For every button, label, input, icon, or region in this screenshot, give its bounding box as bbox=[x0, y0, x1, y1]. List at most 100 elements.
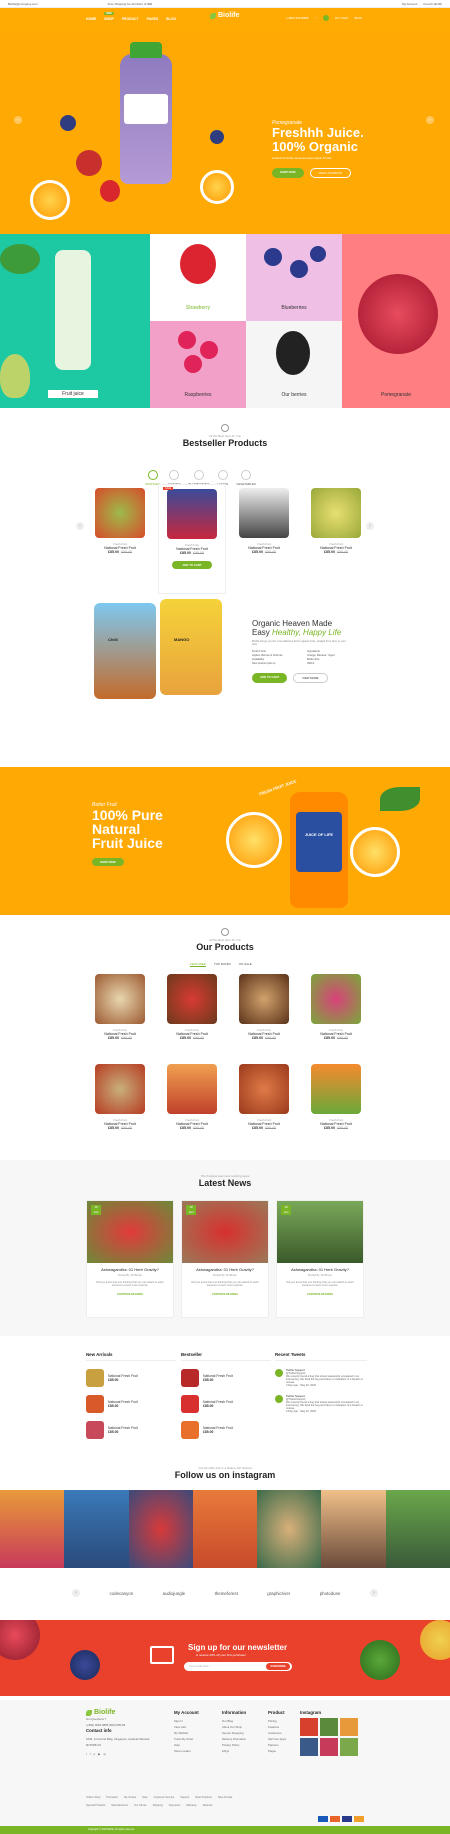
product-card[interactable]: Fresh Fruit National Fresh Fruit £85.00 £… bbox=[230, 488, 298, 554]
product-card[interactable]: Fresh Fruit National Fresh Fruit £85.00 £… bbox=[302, 488, 370, 554]
footer-link[interactable]: Special Products bbox=[86, 1804, 105, 1807]
footer-link[interactable]: Support bbox=[180, 1796, 189, 1799]
category-strawberry[interactable]: Strawberry bbox=[150, 234, 246, 321]
list-item[interactable]: National Fresh Fruit £85.00 bbox=[181, 1395, 271, 1413]
logo[interactable]: Biolife bbox=[210, 12, 239, 19]
category-raspberries[interactable]: Raspberries bbox=[150, 321, 246, 408]
footer-link[interactable]: FAQs bbox=[222, 1748, 246, 1754]
footer-link[interactable]: New Arrivals bbox=[218, 1796, 232, 1799]
tab-vegetables[interactable]: VEGETABLES bbox=[236, 470, 256, 486]
account-link[interactable]: My Account bbox=[402, 2, 418, 6]
list-item[interactable]: National Fresh Fruit £85.00 bbox=[86, 1421, 176, 1439]
category-pomegranate[interactable]: Pomegranate bbox=[342, 234, 450, 408]
list-item[interactable]: National Fresh Fruit £85.00 bbox=[86, 1395, 176, 1413]
view-lookbook-button[interactable]: VIEW LOOKBOOK bbox=[309, 168, 352, 178]
nav-pages[interactable]: PAGES bbox=[147, 17, 159, 21]
brand-logo[interactable]: codecanyon bbox=[109, 1591, 133, 1596]
brands-prev-arrow[interactable]: ‹ bbox=[72, 1589, 80, 1597]
footer-link[interactable]: Warranty bbox=[186, 1804, 196, 1807]
footer-link[interactable]: Manufacturers bbox=[111, 1804, 128, 1807]
read-more-link[interactable]: CONTINUE READING bbox=[182, 1293, 268, 1296]
instagram-photo[interactable] bbox=[257, 1490, 322, 1568]
instagram-thumb[interactable] bbox=[320, 1718, 338, 1736]
instagram-photo[interactable] bbox=[64, 1490, 129, 1568]
email-text[interactable]: Biolife@company.com bbox=[8, 2, 38, 6]
instagram-photo[interactable] bbox=[128, 1490, 193, 1568]
nav-shop[interactable]: SHOP NEW bbox=[104, 12, 114, 21]
subscribe-button[interactable]: SUBSCRIBE bbox=[266, 1663, 290, 1670]
shop-now-button[interactable]: SHOP NOW bbox=[92, 858, 124, 866]
pinterest-icon[interactable]: p bbox=[94, 1751, 96, 1757]
cart-label[interactable]: MY CART bbox=[335, 16, 348, 20]
news-card[interactable]: 19 Jan Ashwagandha: 01 Herb Gravity? Post… bbox=[86, 1200, 174, 1318]
add-to-cart-button[interactable]: ADD TO CART bbox=[252, 673, 288, 683]
list-item[interactable]: National Fresh Fruit £85.00 bbox=[181, 1369, 271, 1387]
footer-link[interactable]: Store Locator bbox=[174, 1748, 199, 1754]
instagram-thumb[interactable] bbox=[340, 1718, 358, 1736]
list-item[interactable]: National Fresh Fruit £85.00 bbox=[86, 1369, 176, 1387]
instagram-photo[interactable] bbox=[321, 1490, 386, 1568]
brands-next-arrow[interactable]: › bbox=[369, 1589, 378, 1597]
tab-featured[interactable]: FEATURED bbox=[190, 962, 206, 967]
footer-link[interactable]: Shipping bbox=[153, 1804, 163, 1807]
brand-logo[interactable]: themeforest bbox=[215, 1591, 238, 1596]
footer-link[interactable]: Most Populars bbox=[195, 1796, 212, 1799]
news-card[interactable]: 19 Jan Ashwagandha: 01 Herb Gravity? Post… bbox=[181, 1200, 269, 1318]
product-card[interactable]: Fresh Fruit National Fresh Fruit £85.00 £95… bbox=[86, 974, 154, 1040]
footer-link[interactable]: Customer Service bbox=[154, 1796, 175, 1799]
cart-icon[interactable] bbox=[323, 15, 330, 21]
instagram-thumb[interactable] bbox=[320, 1738, 338, 1756]
read-more-link[interactable]: CONTINUE READING bbox=[277, 1293, 363, 1296]
footer-link[interactable]: Pages bbox=[268, 1748, 286, 1754]
shop-now-button[interactable]: SHOP NOW bbox=[272, 168, 304, 178]
instagram-icon[interactable]: ◎ bbox=[103, 1751, 105, 1757]
product-card[interactable]: Fresh Fruit National Fresh Fruit £85.00 £95… bbox=[302, 974, 370, 1040]
product-card[interactable]: Fresh Fruit National Fresh Fruit £85.00 £95… bbox=[230, 1064, 298, 1130]
brand-logo[interactable]: graphicriver bbox=[267, 1591, 290, 1596]
footer-link[interactable]: Our Stores bbox=[134, 1804, 147, 1807]
instagram-photo[interactable] bbox=[0, 1490, 65, 1568]
product-card-highlighted[interactable]: SALE Fresh Fruit National Fresh Fruit £8… bbox=[158, 484, 226, 594]
facebook-icon[interactable]: f bbox=[90, 1751, 91, 1757]
instagram-photo[interactable] bbox=[192, 1490, 258, 1568]
category-fruit-juice[interactable]: Fruit juice bbox=[0, 234, 150, 408]
footer-link[interactable]: Payments bbox=[169, 1804, 181, 1807]
read-more-link[interactable]: CONTINUE READING bbox=[87, 1293, 173, 1296]
category-our-berries[interactable]: Our berries bbox=[246, 321, 342, 408]
instagram-thumb[interactable] bbox=[340, 1738, 358, 1756]
brand-logo[interactable]: audiojungle bbox=[163, 1591, 185, 1596]
news-card[interactable]: 19 Jan Ashwagandha: 01 Herb Gravity? Post… bbox=[276, 1200, 364, 1318]
bestseller-prev-arrow[interactable]: ‹ bbox=[76, 522, 84, 530]
product-card[interactable]: Fresh Fruit National Fresh Fruit £85.00 £95… bbox=[86, 1064, 154, 1130]
footer-link[interactable]: Refunds bbox=[203, 1804, 213, 1807]
add-to-cart-button[interactable]: ADD TO CART bbox=[172, 561, 212, 569]
brand-logo[interactable]: photodune bbox=[320, 1591, 341, 1596]
product-card[interactable]: Fresh Fruit National Fresh Fruit £85.00 £95… bbox=[230, 974, 298, 1040]
footer-link[interactable]: Online Shop bbox=[86, 1796, 100, 1799]
next-slide-arrow[interactable]: › bbox=[426, 116, 434, 124]
product-card[interactable]: Fresh Fruit National Fresh Fruit £85.00 £95… bbox=[158, 974, 226, 1040]
view-more-button[interactable]: VIEW MORE bbox=[293, 673, 328, 683]
prev-slide-arrow[interactable]: ‹ bbox=[14, 116, 22, 124]
product-card[interactable]: Fresh Fruit National Fresh Fruit £85.00 £95… bbox=[302, 1064, 370, 1130]
youtube-icon[interactable]: ▶ bbox=[98, 1751, 100, 1757]
footer-link[interactable]: Help bbox=[142, 1796, 147, 1799]
date-badge: 19 Jan bbox=[281, 1205, 291, 1215]
tab-top-rated[interactable]: TOP RATED bbox=[214, 962, 231, 967]
wishlist-icon[interactable]: ♡ bbox=[314, 16, 317, 20]
category-blueberries[interactable]: Blueberries bbox=[246, 234, 342, 321]
footer-link[interactable]: My Orders bbox=[124, 1796, 136, 1799]
nav-blog[interactable]: BLOG bbox=[166, 17, 176, 21]
product-card[interactable]: Fresh Fruit National Fresh Fruit £85.00 £… bbox=[86, 488, 154, 554]
product-card[interactable]: Fresh Fruit National Fresh Fruit £85.00 £95… bbox=[158, 1064, 226, 1130]
instagram-thumb[interactable] bbox=[300, 1738, 318, 1756]
nav-home[interactable]: HOME bbox=[86, 17, 96, 21]
twitter-icon[interactable]: t bbox=[86, 1751, 87, 1757]
tab-on-sale[interactable]: ON SALE bbox=[239, 962, 252, 967]
instagram-thumb[interactable] bbox=[300, 1718, 318, 1736]
list-item[interactable]: National Fresh Fruit £85.00 bbox=[181, 1421, 271, 1439]
language-select[interactable]: French (EUR) bbox=[423, 2, 442, 6]
instagram-photo[interactable] bbox=[385, 1490, 450, 1568]
nav-product[interactable]: PRODUCT bbox=[122, 17, 139, 21]
footer-link[interactable]: Promotion bbox=[106, 1796, 118, 1799]
